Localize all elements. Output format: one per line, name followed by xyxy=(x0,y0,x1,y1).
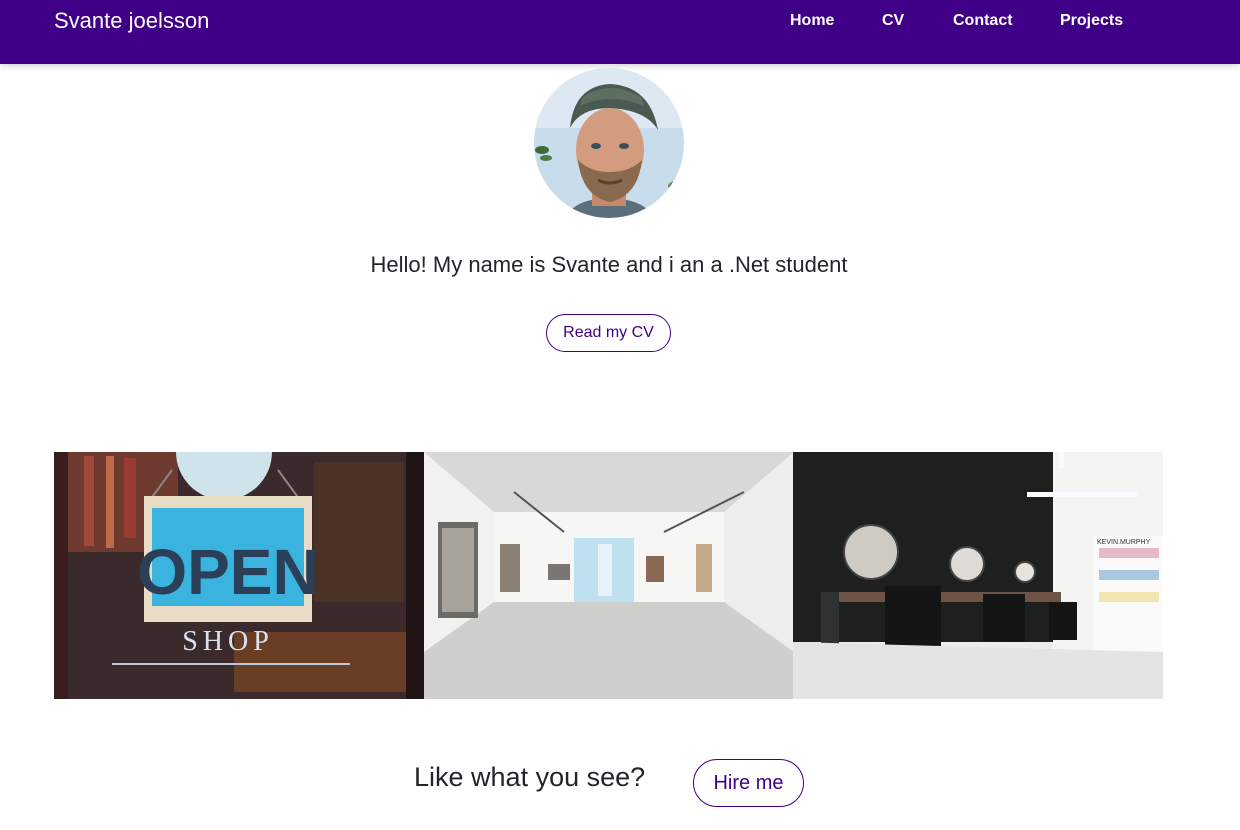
salon-brand-text: KEVIN.MURPHY xyxy=(1097,539,1151,546)
image-gallery: OPEN SHOP KEVIN.MURPHY xyxy=(54,452,1163,699)
hero-greeting: Hello! My name is Svante and i an a .Net… xyxy=(370,252,848,277)
navbar: Svante joelsson Home CV Contact Projects xyxy=(0,0,1240,64)
open-shop-sign-photo: OPEN SHOP xyxy=(54,452,424,699)
read-cv-button[interactable]: Read my CV xyxy=(546,314,671,352)
hair-salon-interior-photo: KEVIN.MURPHY xyxy=(793,452,1163,699)
cta-text: Like what you see? xyxy=(414,762,646,792)
brand-link[interactable]: Svante joelsson xyxy=(54,8,209,34)
nav-link-cv[interactable]: CV xyxy=(882,12,904,30)
shop-sign-text: SHOP xyxy=(182,626,274,657)
white-art-gallery-photo xyxy=(423,452,794,699)
nav-link-home[interactable]: Home xyxy=(790,12,834,30)
open-sign-text: OPEN xyxy=(137,536,318,608)
nav-link-contact[interactable]: Contact xyxy=(953,12,1013,30)
profile-avatar xyxy=(534,68,684,218)
nav-link-projects[interactable]: Projects xyxy=(1060,12,1123,30)
hire-me-button[interactable]: Hire me xyxy=(693,759,804,807)
